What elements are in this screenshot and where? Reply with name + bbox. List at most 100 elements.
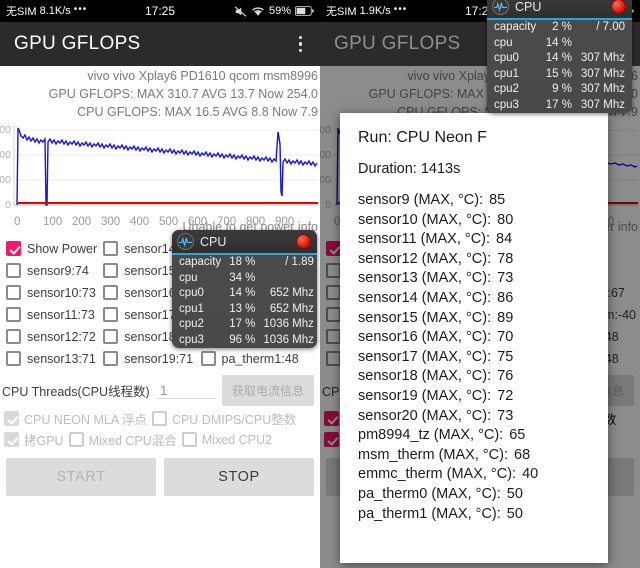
checkbox-label: sensor13:71 bbox=[27, 351, 96, 366]
checkbox-box[interactable] bbox=[103, 241, 119, 257]
checkbox-sensor11[interactable]: sensor11:73 bbox=[6, 304, 103, 325]
sensor-name: msm_therm (MAX, °C): bbox=[358, 446, 508, 463]
xtick: 500 bbox=[159, 216, 179, 229]
checkbox-sensor19[interactable]: sensor19:71 bbox=[103, 348, 200, 369]
xtick: 400 bbox=[130, 216, 150, 229]
cpu-floating-widget[interactable]: CPU capacity 18 % / 1.89 cpu 34 % cpu0 14 % 6… bbox=[172, 230, 317, 348]
cpu-row-percent: 2 % bbox=[552, 21, 572, 33]
sensor-name: sensor14 (MAX, °C): bbox=[358, 289, 492, 306]
cpu-floating-widget[interactable]: CPU capacity 2 % / 7.00 cpu 14 % cpu0 14 % 30… bbox=[487, 0, 632, 113]
cpu-row-key: cpu2 bbox=[179, 318, 204, 330]
cpu-row-percent: 18 % bbox=[229, 256, 256, 268]
checkbox-box[interactable] bbox=[6, 307, 21, 323]
checkbox-kao-gpu[interactable] bbox=[4, 432, 19, 448]
checkbox-box[interactable] bbox=[103, 285, 119, 301]
checkbox-cpu-dmips[interactable] bbox=[151, 411, 167, 427]
checkbox-box[interactable] bbox=[103, 329, 119, 345]
cpu-row-freq: 652 Mhz bbox=[269, 302, 314, 315]
checkbox-show-power[interactable]: Show Power bbox=[6, 238, 103, 259]
checkbox-pa-therm1[interactable]: pa_therm1:48 bbox=[200, 348, 316, 369]
checkbox-box[interactable] bbox=[200, 351, 216, 367]
checkbox-box[interactable] bbox=[6, 351, 21, 367]
cpu-threads-input[interactable]: 1 bbox=[155, 382, 216, 400]
table-row: cpu3 17 % 307 Mhz bbox=[487, 98, 632, 114]
checkbox-sensor12[interactable]: sensor12:72 bbox=[6, 326, 103, 347]
xtick: 800 bbox=[246, 216, 266, 229]
checkbox-cpu-neon-mla[interactable] bbox=[4, 411, 19, 427]
option-label-mixed-cpu: Mixed CPU混合 bbox=[88, 434, 177, 449]
cpu-row-percent: 17 % bbox=[545, 98, 572, 111]
checkbox-label: sensor12:72 bbox=[27, 329, 96, 344]
cpu-threads-label: CPU Threads(CPU线程数) bbox=[2, 385, 150, 400]
app-bar: GPU GFLOPS bbox=[0, 22, 320, 66]
option-label-cpu-dmips: CPU DMIPS/CPU整数 bbox=[171, 413, 297, 428]
checkbox-box[interactable] bbox=[103, 307, 119, 323]
waveform-icon bbox=[492, 0, 509, 15]
action-button-row: START STOP bbox=[0, 450, 320, 502]
chart-svg: 300 200 100 0 bbox=[0, 124, 318, 211]
get-current-info-button[interactable]: 获取电流信息 bbox=[221, 375, 314, 407]
cpu-row-freq: / 1.89 bbox=[285, 256, 314, 268]
stop-button[interactable]: STOP bbox=[164, 458, 314, 497]
battery-percent-label: 59% bbox=[268, 5, 291, 17]
cpu-widget-title: CPU bbox=[200, 234, 227, 249]
sensor-value: 89 bbox=[497, 309, 514, 326]
cpu-row-percent: 14 % bbox=[545, 52, 572, 64]
cpu-row-freq: 1036 Mhz bbox=[263, 333, 314, 346]
checkbox-mixed-cpu[interactable] bbox=[68, 432, 84, 448]
table-row: capacity 2 % / 7.00 bbox=[487, 20, 632, 36]
checkbox-sensor10[interactable]: sensor10:73 bbox=[6, 282, 103, 303]
svg-text:200: 200 bbox=[0, 149, 11, 161]
list-item: sensor16 (MAX, °C): 70 bbox=[358, 328, 608, 348]
battery-icon bbox=[295, 6, 314, 16]
checkbox-box[interactable] bbox=[6, 329, 21, 345]
list-item: sensor18 (MAX, °C): 76 bbox=[358, 367, 608, 387]
checkbox-sensor13[interactable]: sensor13:71 bbox=[6, 348, 103, 369]
checkbox-label: Show Power bbox=[27, 241, 98, 256]
cpu-row-key: capacity bbox=[494, 21, 537, 33]
overflow-menu-icon[interactable] bbox=[295, 32, 307, 57]
left-phone-screen: 无SIM 8.1K/s ••• 17:25 59% GPU GFLOPS viv… bbox=[0, 0, 320, 568]
xtick: 200 bbox=[72, 216, 92, 229]
cpu-row-freq: 307 Mhz bbox=[580, 98, 625, 111]
sensor-value: 72 bbox=[497, 387, 514, 404]
cpu-row-freq: / 7.00 bbox=[596, 21, 625, 33]
checkbox-box[interactable] bbox=[6, 263, 21, 279]
sensor-name: sensor19 (MAX, °C): bbox=[358, 387, 492, 404]
cpu-row-percent: 96 % bbox=[229, 333, 256, 346]
table-row: cpu 34 % bbox=[172, 271, 317, 287]
status-bar: 无SIM 8.1K/s ••• 17:25 59% bbox=[0, 0, 320, 22]
xtick: 600 bbox=[188, 216, 208, 229]
result-dialog: Run: CPU Neon F Duration: 1413s sensor9 … bbox=[340, 113, 608, 563]
sensor-name: pa_therm1 (MAX, °C): bbox=[358, 505, 501, 522]
cpu-row-percent: 34 % bbox=[229, 271, 256, 284]
list-item: sensor20 (MAX, °C): 73 bbox=[358, 407, 608, 427]
list-item: sensor10 (MAX, °C): 80 bbox=[358, 211, 608, 231]
xtick: 300 bbox=[101, 216, 121, 229]
cpu-row-freq: 307 Mhz bbox=[580, 67, 625, 80]
cpu-widget-table: capacity 18 % / 1.89 cpu 34 % cpu0 14 % 652 M… bbox=[172, 255, 317, 348]
option-row-1: CPU NEON MLA 浮点 CPU DMIPS/CPU整数 bbox=[0, 408, 320, 429]
sensor-name: emmc_therm (MAX, °C): bbox=[358, 466, 517, 483]
start-button[interactable]: START bbox=[6, 458, 156, 497]
table-row: cpu2 17 % 1036 Mhz bbox=[172, 317, 317, 333]
checkbox-box[interactable] bbox=[6, 241, 21, 257]
sensor-value: 76 bbox=[497, 368, 514, 385]
checkbox-label: sensor11:73 bbox=[27, 307, 95, 322]
sensor-value: 68 bbox=[514, 446, 531, 463]
record-dot-icon[interactable] bbox=[611, 0, 626, 14]
sensor-value: 78 bbox=[497, 250, 514, 267]
checkbox-sensor9[interactable]: sensor9:74 bbox=[6, 260, 103, 281]
list-item: sensor12 (MAX, °C): 78 bbox=[358, 250, 608, 270]
sensor-value: 40 bbox=[522, 466, 539, 483]
record-dot-icon[interactable] bbox=[296, 234, 311, 249]
checkbox-box[interactable] bbox=[6, 285, 21, 301]
checkbox-box[interactable] bbox=[103, 263, 119, 279]
page-title: GPU GFLOPS bbox=[14, 33, 141, 54]
list-item: pa_therm1 (MAX, °C): 50 bbox=[358, 505, 608, 525]
checkbox-mixed-cpu2[interactable] bbox=[181, 432, 197, 448]
list-item: emmc_therm (MAX, °C): 40 bbox=[358, 465, 608, 485]
checkbox-box[interactable] bbox=[103, 351, 119, 367]
cpu-widget-header: CPU bbox=[487, 0, 632, 20]
sensor-value: 86 bbox=[497, 289, 514, 306]
